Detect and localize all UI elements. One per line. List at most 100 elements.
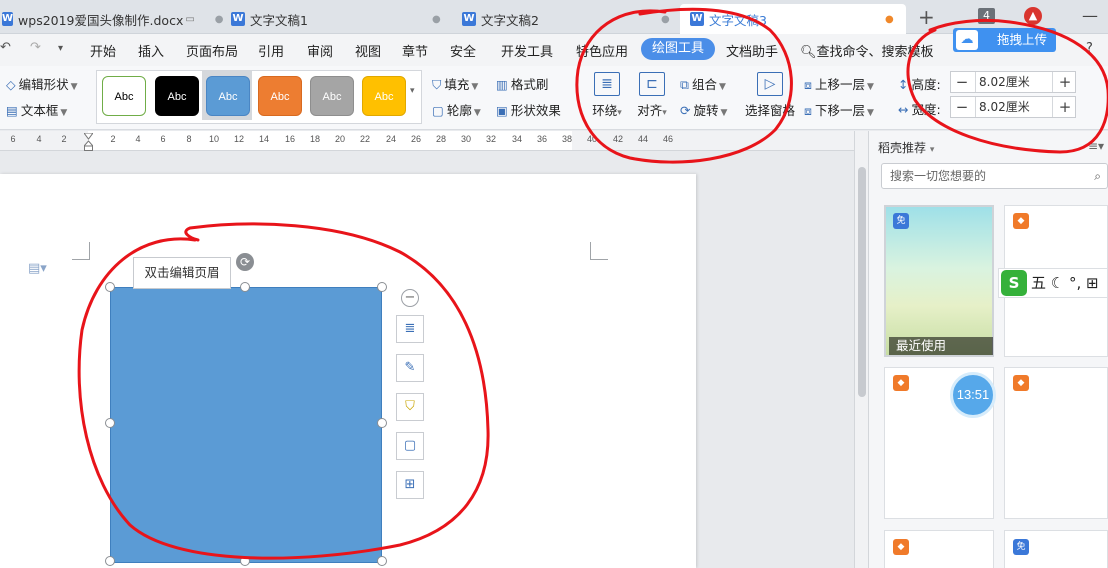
command-search[interactable]: 🔍︎查找命令、搜索模板 — [800, 41, 934, 60]
format-painter-button[interactable]: ▥ 格式刷 — [496, 74, 548, 93]
shape-style-swatch[interactable]: Abc — [310, 76, 354, 116]
edit-shape-button[interactable]: ◇ 编辑形状 ▼ — [6, 74, 78, 93]
shape-style-swatch[interactable]: Abc — [155, 76, 199, 116]
undo-icon[interactable]: ↶ — [0, 40, 11, 55]
minimize-icon[interactable]: — — [1082, 6, 1098, 25]
scrollbar-thumb[interactable] — [858, 167, 866, 397]
more-tools-button[interactable]: ⊞ — [396, 471, 424, 499]
ruler-tick-label: 38 — [561, 134, 573, 144]
menu-reference[interactable]: 引用 — [258, 41, 284, 60]
panel-search-input[interactable]: 搜索一切您想要的 ⌕ — [881, 163, 1108, 189]
collapse-toolbar-icon[interactable]: − — [401, 289, 419, 307]
rotate-button[interactable]: ⟳ 旋转 ▼ — [680, 100, 727, 119]
menu-developer[interactable]: 开发工具 — [501, 41, 553, 60]
shape-effect-side-button[interactable]: ▢ — [396, 432, 424, 460]
paragraph-layout-icon[interactable]: ▤▾ — [28, 261, 47, 276]
tab-wps2019[interactable]: W wps2019爱国头像制作.docx ▭ ● — [2, 4, 224, 34]
fill-button[interactable]: ⛉ 填充 ▼ — [432, 74, 478, 93]
ruler-tick-label: 26 — [410, 134, 422, 144]
ime-toolbar[interactable]: S五 ☾ °, ⊞ — [998, 268, 1108, 298]
shape-style-swatch[interactable]: Abc — [362, 76, 406, 116]
shape-fill-button[interactable]: ⛉ — [396, 393, 424, 421]
tab-doc2[interactable]: W 文字文稿2 ● — [462, 4, 672, 34]
wrap-button[interactable]: ≣ 环绕▾ — [589, 72, 625, 119]
tab-label: 文字文稿1 — [250, 12, 308, 28]
search-icon[interactable]: ⌕ — [1094, 164, 1101, 188]
height-decrement-button[interactable]: − — [951, 72, 973, 92]
template-badge-icon: ◆ — [893, 375, 909, 391]
selection-pane-button[interactable]: ▷ 选择窗格 — [744, 72, 796, 119]
width-decrement-button[interactable]: − — [951, 97, 973, 117]
menu-section[interactable]: 章节 — [402, 41, 428, 60]
indent-marker-icon[interactable] — [84, 133, 93, 151]
shape-effect-button[interactable]: ▣ 形状效果 — [496, 100, 561, 119]
menu-view[interactable]: 视图 — [355, 41, 381, 60]
chevron-down-icon: ▾ — [662, 108, 667, 118]
ruler-tick-label: 18 — [309, 134, 321, 144]
resize-handle[interactable] — [377, 556, 387, 566]
window-count-badge[interactable]: 4 — [978, 8, 995, 24]
cloud-upload-button[interactable]: ☁ 拖拽上传 — [953, 28, 1056, 52]
panel-search-placeholder: 搜索一切您想要的 — [890, 169, 987, 183]
new-tab-button[interactable]: + — [918, 5, 935, 29]
height-value[interactable]: 8.02厘米 — [975, 72, 1053, 92]
resize-handle[interactable] — [105, 556, 115, 566]
horizontal-ruler[interactable]: 6 4 2 2 4 6 8 10 12 14 16 18 20 22 24 26 28 30 32 34 36 38 40 4… — [0, 131, 854, 151]
redo-icon[interactable]: ↷ — [30, 40, 41, 55]
shape-outline-button[interactable]: ✎ — [396, 354, 424, 382]
template-badge-icon: ◆ — [1013, 213, 1029, 229]
wrap-text-icon: ≣ — [594, 72, 620, 96]
shape-style-swatch[interactable]: Abc — [102, 76, 146, 116]
height-input[interactable]: − 8.02厘米 + — [950, 71, 1076, 93]
layout-options-button[interactable]: ≣ — [396, 315, 424, 343]
send-backward-button[interactable]: ⧈ 下移一层 ▼ — [804, 100, 874, 119]
shape-style-swatch[interactable]: Abc — [206, 76, 250, 116]
tab-doc3[interactable]: W 文字文稿3 ● — [680, 4, 906, 34]
wps-doc-icon: W — [462, 12, 476, 26]
menu-insert[interactable]: 插入 — [138, 41, 164, 60]
menu-review[interactable]: 审阅 — [307, 41, 333, 60]
tab-label: 文字文稿2 — [481, 12, 539, 28]
width-value[interactable]: 8.02厘米 — [975, 97, 1053, 117]
height-label-text: 高度: — [911, 77, 941, 92]
quick-access-dropdown-icon[interactable]: ▾ — [58, 43, 63, 54]
vertical-scrollbar[interactable] — [854, 131, 868, 568]
wps-account-icon[interactable]: ▲ — [1024, 7, 1042, 25]
shape-effect-label: 形状效果 — [510, 103, 561, 118]
resize-handle[interactable] — [240, 282, 250, 292]
resize-handle[interactable] — [240, 556, 250, 566]
bring-forward-button[interactable]: ⧈ 上移一层 ▼ — [804, 74, 874, 93]
align-button[interactable]: ⊏ 对齐▾ — [634, 72, 670, 119]
gallery-more-icon[interactable]: ▾ — [410, 86, 415, 96]
menu-start[interactable]: 开始 — [90, 41, 116, 60]
selected-rectangle-shape[interactable] — [110, 287, 382, 563]
menu-doc-assistant[interactable]: 文档助手 — [726, 41, 778, 60]
height-increment-button[interactable]: + — [1054, 72, 1076, 92]
wrap-label: 环绕 — [592, 103, 618, 118]
resize-handle[interactable] — [377, 418, 387, 428]
width-increment-button[interactable]: + — [1054, 97, 1076, 117]
width-input[interactable]: − 8.02厘米 + — [950, 96, 1076, 118]
ruler-tick-label: 22 — [359, 134, 371, 144]
recent-used-label: 最近使用 — [889, 337, 993, 355]
header-edit-tip[interactable]: 双击编辑页眉 — [133, 257, 231, 289]
selection-pane-label: 选择窗格 — [744, 103, 795, 118]
resize-handle[interactable] — [105, 282, 115, 292]
rotate-handle-icon[interactable]: ⟳ — [236, 253, 254, 271]
ruler-tick-label: 40 — [586, 134, 598, 144]
menu-special[interactable]: 特色应用 — [576, 41, 628, 60]
tab-doc1[interactable]: W 文字文稿1 ● — [231, 4, 446, 34]
resize-handle[interactable] — [377, 282, 387, 292]
menu-security[interactable]: 安全 — [450, 41, 476, 60]
menu-page-layout[interactable]: 页面布局 — [186, 41, 238, 60]
resize-handle[interactable] — [105, 418, 115, 428]
panel-menu-icon[interactable]: ≡▾ — [1088, 139, 1104, 153]
help-icon[interactable]: ? — [1086, 41, 1093, 56]
group-button[interactable]: ⧉ 组合 ▼ — [680, 74, 726, 93]
panel-title[interactable]: 稻壳推荐 ▾ — [878, 139, 934, 156]
menu-drawing-tools[interactable]: 绘图工具 — [641, 38, 716, 60]
shape-style-swatch[interactable]: Abc — [258, 76, 302, 116]
outline-button[interactable]: ▢ 轮廓 ▼ — [432, 100, 481, 119]
text-box-button[interactable]: ▤ 文本框 ▼ — [6, 100, 67, 119]
clock-widget: 13:51 — [950, 372, 996, 418]
